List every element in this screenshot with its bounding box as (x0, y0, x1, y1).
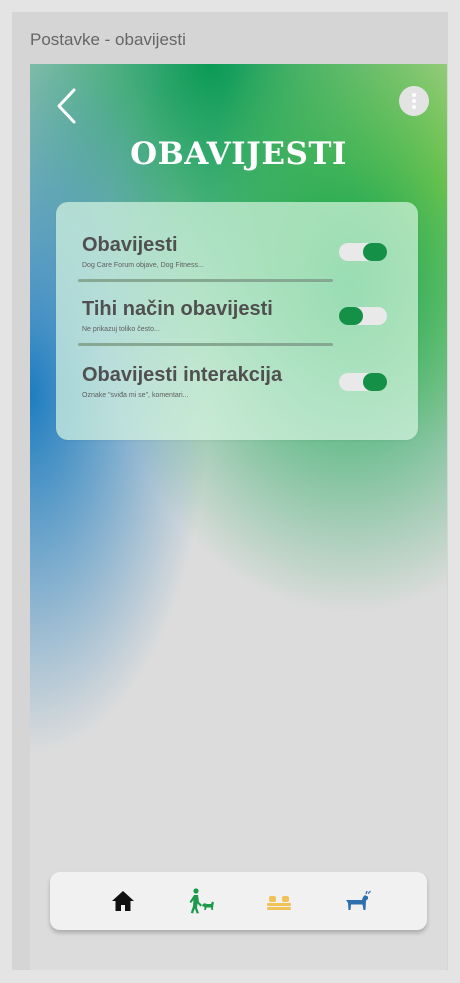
toggle-knob (339, 307, 363, 325)
setting-subtitle: Dog Care Forum objave, Dog Fitness... (82, 262, 204, 269)
nav-dog-walking[interactable] (186, 886, 216, 916)
chevron-left-icon (57, 88, 76, 124)
window-title: Postavke - obavijesti (30, 30, 186, 49)
notifications-screen: OBAVIJESTI Obavijesti Dog Care Forum obj… (30, 64, 447, 970)
setting-title: Obavijesti (82, 234, 178, 256)
nav-home[interactable] (108, 886, 138, 916)
setting-subtitle: Oznake "sviđa mi se", komentari... (82, 392, 189, 399)
toggle-knob (363, 373, 387, 391)
toggle-knob (363, 243, 387, 261)
notifications-toggle[interactable] (339, 243, 387, 261)
back-button[interactable] (52, 86, 84, 126)
quiet-mode-toggle[interactable] (339, 307, 387, 325)
home-icon (112, 891, 134, 911)
divider (78, 343, 333, 346)
more-options-button[interactable] (399, 86, 429, 116)
dog-icon (346, 890, 371, 910)
nav-dog-bed[interactable] (264, 886, 294, 916)
divider (78, 279, 333, 282)
notification-settings-card: Obavijesti Dog Care Forum objave, Dog Fi… (56, 202, 418, 440)
bottom-navbar (50, 872, 427, 930)
interaction-notifications-toggle[interactable] (339, 373, 387, 391)
nav-dog[interactable] (342, 886, 372, 916)
setting-subtitle: Ne prikazuj toliko često... (82, 326, 160, 333)
dog-bed-icon (267, 896, 291, 910)
setting-title: Tihi način obavijesti (82, 298, 273, 320)
page-title: OBAVIJESTI (130, 136, 347, 172)
setting-title: Obavijesti interakcija (82, 364, 283, 386)
dog-walking-icon (189, 888, 214, 914)
